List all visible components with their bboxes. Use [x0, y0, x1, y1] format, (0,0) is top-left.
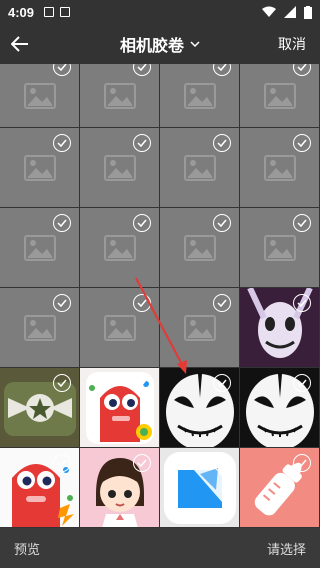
select-check-icon[interactable]: [133, 294, 151, 312]
select-check-icon[interactable]: [53, 454, 71, 472]
preview-button[interactable]: 预览: [14, 539, 40, 558]
photo-thumbnail[interactable]: [80, 128, 160, 208]
cancel-button[interactable]: 取消: [278, 34, 306, 54]
image-placeholder-icon: [183, 82, 216, 109]
photo-thumbnail[interactable]: [160, 128, 240, 208]
image-placeholder-icon: [23, 154, 56, 181]
select-check-icon[interactable]: [133, 64, 151, 76]
select-check-icon[interactable]: [293, 64, 311, 76]
back-button[interactable]: [0, 24, 40, 64]
image-placeholder-icon: [103, 154, 136, 181]
photo-thumbnail[interactable]: [240, 368, 320, 448]
image-placeholder-icon: [263, 234, 296, 261]
photo-thumbnail[interactable]: [160, 368, 240, 448]
status-bar: 4:09: [0, 0, 320, 24]
image-placeholder-icon: [23, 82, 56, 109]
bottom-bar: 预览 请选择: [0, 528, 320, 568]
photo-thumbnail[interactable]: [80, 288, 160, 368]
battery-icon: [304, 5, 312, 19]
photo-thumbnail[interactable]: [240, 208, 320, 288]
image-placeholder-icon: [183, 314, 216, 341]
photo-thumbnail[interactable]: [80, 448, 160, 528]
photo-thumbnail[interactable]: [0, 208, 80, 288]
photo-thumbnail[interactable]: [160, 208, 240, 288]
photo-thumbnail[interactable]: [80, 368, 160, 448]
photo-thumbnail[interactable]: [240, 448, 320, 528]
select-check-icon[interactable]: [293, 134, 311, 152]
select-check-icon[interactable]: [53, 64, 71, 76]
select-check-icon[interactable]: [293, 454, 311, 472]
select-check-icon[interactable]: [213, 64, 231, 76]
image-placeholder-icon: [23, 234, 56, 261]
arrow-left-icon: [11, 36, 28, 52]
image-placeholder-icon: [103, 234, 136, 261]
select-check-icon[interactable]: [53, 134, 71, 152]
photo-thumbnail[interactable]: [240, 288, 320, 368]
select-check-icon[interactable]: [213, 374, 231, 392]
select-check-icon[interactable]: [213, 454, 231, 472]
photo-thumbnail[interactable]: [160, 288, 240, 368]
photo-thumbnail[interactable]: [0, 128, 80, 208]
photo-thumbnail[interactable]: [0, 288, 80, 368]
wifi-icon: [262, 6, 276, 17]
select-check-icon[interactable]: [293, 294, 311, 312]
status-time: 4:09: [8, 4, 35, 20]
title-bar: 相机胶卷 取消: [0, 24, 320, 64]
select-check-icon[interactable]: [53, 214, 71, 232]
image-placeholder-icon: [183, 154, 216, 181]
select-check-icon[interactable]: [53, 294, 71, 312]
select-check-icon[interactable]: [213, 134, 231, 152]
image-placeholder-icon: [263, 82, 296, 109]
select-check-icon[interactable]: [133, 454, 151, 472]
chevron-down-icon: [190, 41, 200, 47]
select-check-icon[interactable]: [133, 214, 151, 232]
select-button[interactable]: 请选择: [267, 539, 306, 558]
text-notification-icon: [60, 7, 71, 17]
select-check-icon[interactable]: [133, 134, 151, 152]
photo-grid: [0, 64, 320, 528]
photo-thumbnail[interactable]: [240, 64, 320, 128]
photo-thumbnail[interactable]: [0, 64, 80, 128]
signal-icon: [284, 6, 296, 18]
image-placeholder-icon: [183, 234, 216, 261]
select-check-icon[interactable]: [133, 374, 151, 392]
photo-thumbnail[interactable]: [0, 448, 80, 528]
select-check-icon[interactable]: [53, 374, 71, 392]
image-placeholder-icon: [263, 154, 296, 181]
select-check-icon[interactable]: [213, 214, 231, 232]
select-check-icon[interactable]: [293, 374, 311, 392]
image-notification-icon: [44, 7, 55, 17]
page-title: 相机胶卷: [119, 36, 185, 55]
image-placeholder-icon: [23, 314, 56, 341]
select-check-icon[interactable]: [293, 214, 311, 232]
photo-thumbnail[interactable]: [160, 64, 240, 128]
album-selector[interactable]: 相机胶卷: [120, 32, 200, 56]
photo-thumbnail[interactable]: [160, 448, 240, 528]
image-placeholder-icon: [103, 314, 136, 341]
select-check-icon[interactable]: [213, 294, 231, 312]
photo-thumbnail[interactable]: [0, 368, 80, 448]
photo-thumbnail[interactable]: [80, 208, 160, 288]
photo-thumbnail[interactable]: [240, 128, 320, 208]
photo-thumbnail[interactable]: [80, 64, 160, 128]
image-placeholder-icon: [103, 82, 136, 109]
